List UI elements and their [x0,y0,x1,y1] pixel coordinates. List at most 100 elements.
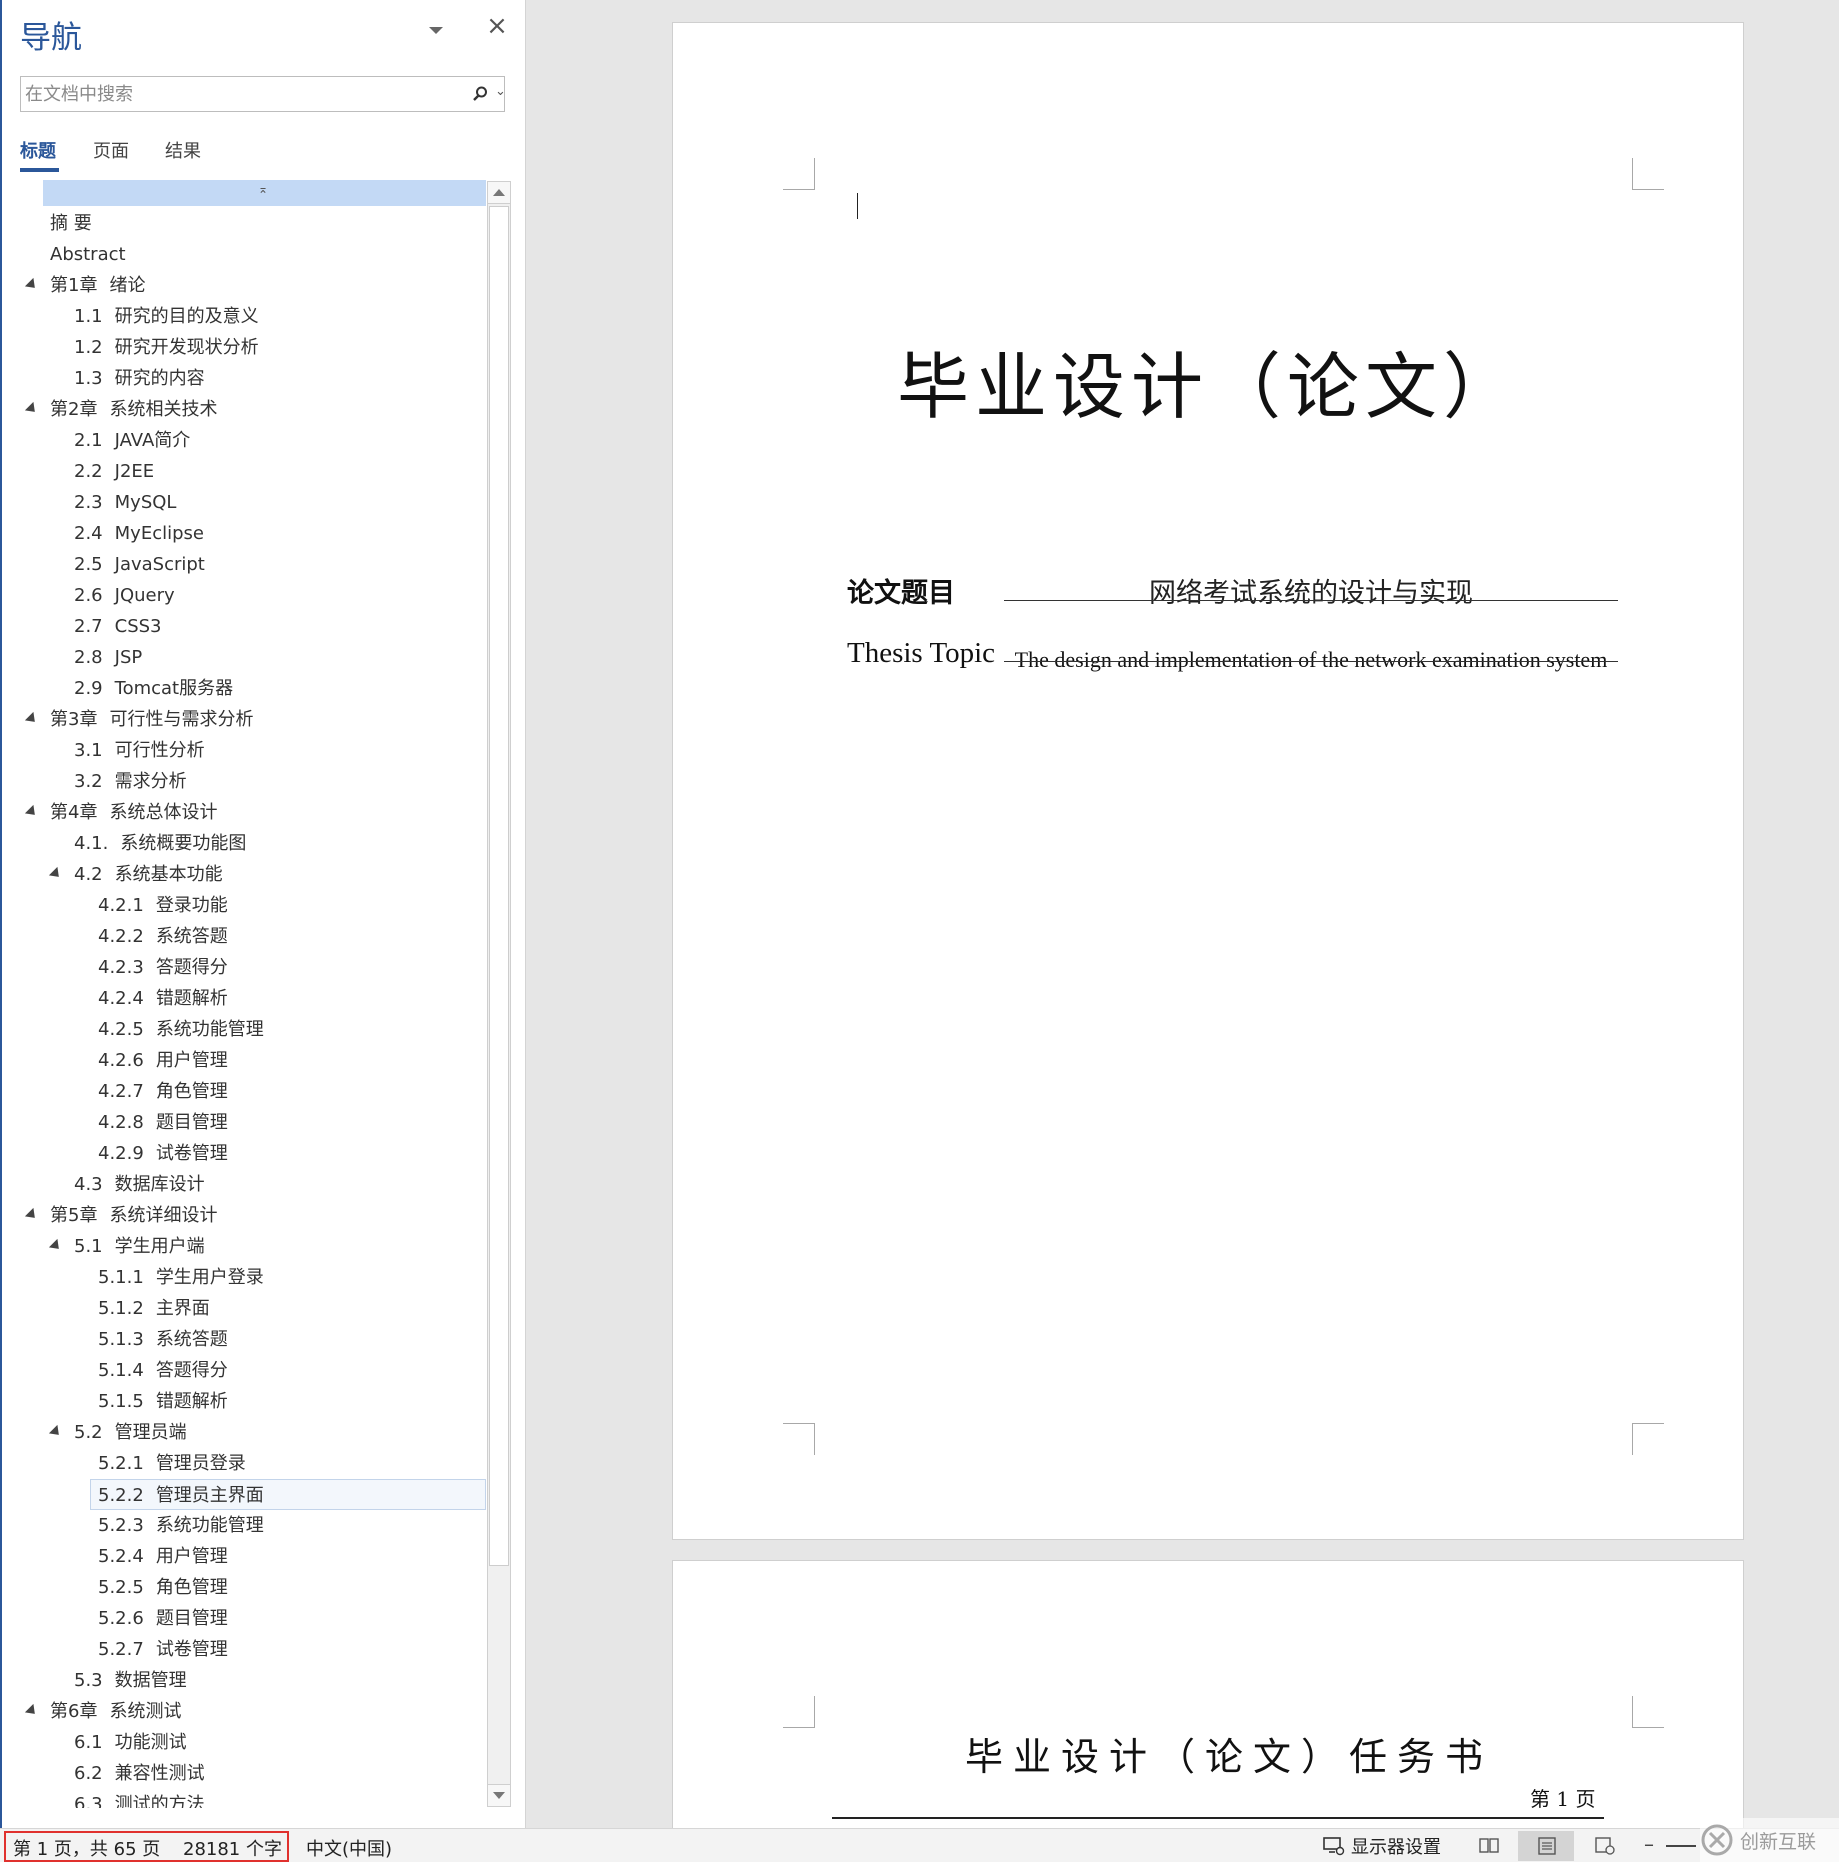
heading-item[interactable]: 5.3 数据管理 [74,1665,187,1696]
heading-number: 第3章 [50,709,98,730]
close-icon[interactable]: × [485,13,509,39]
heading-item[interactable]: 2.7 CSS3 [74,611,162,642]
tab-headings[interactable]: 标题 [20,137,56,163]
heading-item[interactable]: 第1章 绪论 [50,270,145,301]
heading-item[interactable]: 摘 要 [50,208,92,239]
heading-item[interactable]: 4.2.5 系统功能管理 [98,1014,264,1045]
heading-item[interactable]: 2.8 JSP [74,642,142,673]
heading-number: 4.2.8 [98,1112,144,1133]
heading-item[interactable]: Abstract [50,239,126,270]
heading-item[interactable]: 5.2.4 用户管理 [98,1541,228,1572]
word-count[interactable]: 28181 个字 [183,1835,282,1861]
heading-item[interactable]: 5.1.1 学生用户登录 [98,1262,264,1293]
heading-item[interactable]: 2.4 MyEclipse [74,518,204,549]
heading-item[interactable]: 1.3 研究的内容 [74,363,205,394]
heading-item[interactable]: 6.2 兼容性测试 [74,1758,205,1789]
heading-item[interactable]: 2.3 MySQL [74,487,176,518]
heading-number: 4.2.5 [98,1019,144,1040]
heading-text: 绪论 [109,275,146,296]
document-area[interactable]: 毕业设计（论文） 论文题目 网络考试系统的设计与实现 Thesis Topic … [527,0,1839,1828]
scroll-up-icon[interactable] [488,182,510,204]
read-mode-button[interactable] [1460,1831,1516,1861]
heading-item[interactable]: 5.2.5 角色管理 [98,1572,228,1603]
heading-item[interactable]: 4.2.1 登录功能 [98,890,228,921]
heading-text: 管理员主界面 [155,1485,264,1506]
nav-options-dropdown-icon[interactable] [425,18,447,40]
heading-item[interactable]: 2.5 JavaScript [74,549,205,580]
heading-item[interactable]: 4.2.7 角色管理 [98,1076,228,1107]
heading-item[interactable]: 5.1 学生用户端 [74,1231,205,1262]
heading-item[interactable]: 1.2 研究开发现状分析 [74,332,259,363]
heading-number: 4.2.9 [98,1143,144,1164]
heading-text: JSP [114,647,143,668]
display-settings-button[interactable]: 显示器设置 [1323,1833,1441,1859]
heading-item[interactable]: 2.1 JAVA简介 [74,425,190,456]
heading-item[interactable]: 6.1 功能测试 [74,1727,187,1758]
document-page[interactable]: 毕业设计（论文） 论文题目 网络考试系统的设计与实现 Thesis Topic … [672,22,1744,1540]
heading-item[interactable]: 5.2.2 管理员主界面 [90,1479,486,1510]
collapse-triangle-icon[interactable] [48,1238,64,1254]
heading-text: 研究的内容 [114,368,205,389]
heading-item[interactable]: 2.2 J2EE [74,456,154,487]
page-count[interactable]: 第 1 页，共 65 页 [13,1835,160,1861]
heading-text: 数据库设计 [114,1174,205,1195]
document-page[interactable]: 毕业设计（论文）任务书 第 1 页 [672,1560,1744,1828]
heading-item[interactable]: 第2章 系统相关技术 [50,394,217,425]
search-input[interactable] [25,81,455,107]
heading-item[interactable]: 5.2.3 系统功能管理 [98,1510,264,1541]
heading-number: 1.2 [74,337,103,358]
web-layout-button[interactable] [1576,1831,1632,1861]
heading-item[interactable]: 1.1 研究的目的及意义 [74,301,259,332]
heading-item[interactable]: 6.3 测试的方法 [74,1789,205,1808]
heading-item[interactable]: 3.2 需求分析 [74,766,187,797]
heading-item[interactable]: 5.2.1 管理员登录 [98,1448,246,1479]
collapse-triangle-icon[interactable] [24,277,40,293]
scrollbar-thumb[interactable] [489,206,509,1566]
heading-text: 管理员端 [114,1422,187,1443]
scroll-to-top-band[interactable]: ⌅ [43,180,486,206]
heading-item[interactable]: 4.2.9 试卷管理 [98,1138,228,1169]
zoom-slider[interactable] [1666,1845,1696,1847]
heading-item[interactable]: 4.2.4 错题解析 [98,983,228,1014]
heading-item[interactable]: 第4章 系统总体设计 [50,797,217,828]
heading-item[interactable]: 4.2.6 用户管理 [98,1045,228,1076]
heading-item[interactable]: 第6章 系统测试 [50,1696,181,1727]
tab-results[interactable]: 结果 [165,137,201,163]
heading-item[interactable]: 5.2.7 试卷管理 [98,1634,228,1665]
collapse-triangle-icon[interactable] [24,401,40,417]
heading-item[interactable]: 第5章 系统详细设计 [50,1200,217,1231]
heading-item[interactable]: 5.1.5 错题解析 [98,1386,228,1417]
nav-scrollbar[interactable] [487,181,511,1807]
search-icon[interactable] [471,85,489,103]
heading-item[interactable]: 4.2 系统基本功能 [74,859,223,890]
collapse-triangle-icon[interactable] [24,804,40,820]
scroll-down-icon[interactable] [488,1784,510,1806]
collapse-triangle-icon[interactable] [24,1703,40,1719]
collapse-triangle-icon[interactable] [48,1424,64,1440]
collapse-triangle-icon[interactable] [24,711,40,727]
heading-item[interactable]: 5.1.2 主界面 [98,1293,210,1324]
collapse-triangle-icon[interactable] [24,1207,40,1223]
zoom-out-button[interactable]: – [1644,1832,1654,1856]
heading-item[interactable]: 4.2.2 系统答题 [98,921,228,952]
heading-item[interactable]: 4.2.8 题目管理 [98,1107,228,1138]
search-box[interactable]: ⌄ [20,76,506,112]
heading-item[interactable]: 第3章 可行性与需求分析 [50,704,253,735]
heading-item[interactable]: 3.1 可行性分析 [74,735,205,766]
heading-item[interactable]: 4.1. 系统概要功能图 [74,828,246,859]
heading-item[interactable]: 5.2 管理员端 [74,1417,187,1448]
print-layout-button[interactable] [1518,1831,1574,1861]
heading-item[interactable]: 4.2.3 答题得分 [98,952,228,983]
text-cursor [857,193,858,219]
heading-item[interactable]: 5.1.3 系统答题 [98,1324,228,1355]
chevron-down-icon[interactable]: ⌄ [495,84,509,102]
scroll-to-top-icon[interactable]: ⌅ [258,182,268,196]
heading-item[interactable]: 5.2.6 题目管理 [98,1603,228,1634]
heading-item[interactable]: 2.6 JQuery [74,580,175,611]
collapse-triangle-icon[interactable] [48,866,64,882]
heading-item[interactable]: 2.9 Tomcat服务器 [74,673,233,704]
heading-item[interactable]: 4.3 数据库设计 [74,1169,205,1200]
language-indicator[interactable]: 中文(中国) [306,1835,392,1861]
tab-pages[interactable]: 页面 [93,137,129,163]
heading-item[interactable]: 5.1.4 答题得分 [98,1355,228,1386]
